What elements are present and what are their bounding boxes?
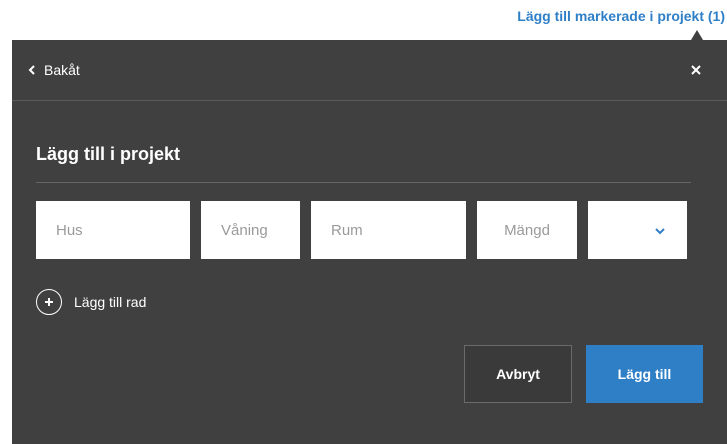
vaning-input[interactable]: Våning xyxy=(201,201,300,259)
panel-body: Lägg till i projekt Hus Våning Rum Mängd… xyxy=(12,101,727,315)
hus-input[interactable]: Hus xyxy=(36,201,190,259)
cancel-button[interactable]: Avbryt xyxy=(464,345,572,403)
add-button[interactable]: Lägg till xyxy=(586,345,703,403)
rum-input[interactable]: Rum xyxy=(311,201,466,259)
action-buttons: Avbryt Lägg till xyxy=(464,345,703,403)
panel-header: Bakåt xyxy=(12,40,727,101)
back-button[interactable]: Bakåt xyxy=(28,62,80,78)
back-label: Bakåt xyxy=(44,62,80,78)
unit-select[interactable] xyxy=(588,201,687,259)
close-icon[interactable] xyxy=(689,63,703,77)
mangd-input[interactable]: Mängd xyxy=(477,201,577,259)
input-row: Hus Våning Rum Mängd xyxy=(36,201,703,259)
panel-title: Lägg till i projekt xyxy=(36,101,691,183)
add-selected-to-project-link[interactable]: Lägg till markerade i projekt (1) xyxy=(517,8,725,24)
plus-circle-icon xyxy=(36,289,62,315)
popover-pointer xyxy=(691,30,703,40)
add-row-label: Lägg till rad xyxy=(74,294,147,310)
chevron-left-icon xyxy=(28,62,36,78)
chevron-down-icon xyxy=(655,222,665,239)
add-row-button[interactable]: Lägg till rad xyxy=(36,289,146,315)
add-to-project-panel: Bakåt Lägg till i projekt Hus Våning Rum… xyxy=(12,40,727,444)
